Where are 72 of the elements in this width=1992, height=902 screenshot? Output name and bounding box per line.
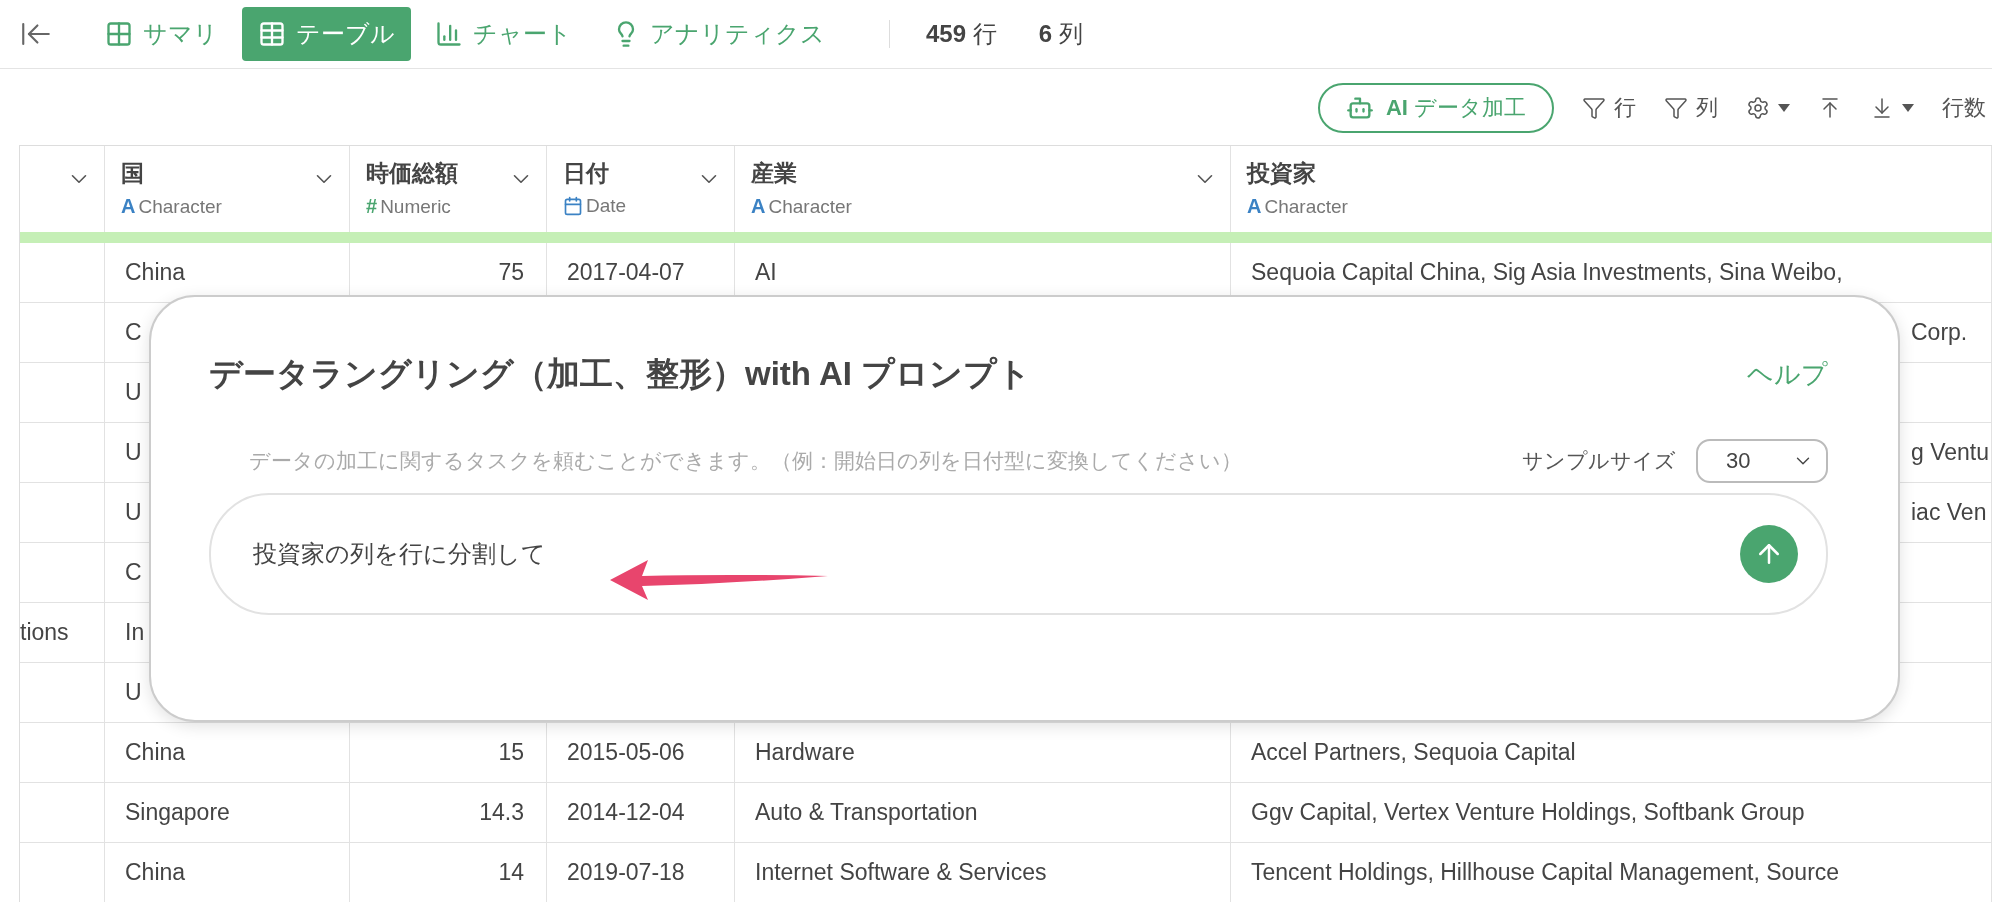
table-cell: 75 — [498, 259, 524, 286]
hint-text: データの加工に関するタスクを頼むことができます。（例：開始日の列を日付型に変換してください） — [249, 448, 1243, 474]
column-name: 国 — [121, 159, 144, 188]
column-type: Date — [586, 195, 627, 217]
table-cell: Hardware — [755, 739, 855, 766]
table-cell: tions — [20, 619, 69, 646]
table-cell: 14 — [498, 859, 524, 886]
filter-icon — [1582, 96, 1606, 120]
type-icon: A — [1247, 195, 1262, 218]
help-link[interactable]: ヘルプ — [1747, 356, 1828, 392]
column-name: 日付 — [563, 159, 609, 188]
table-cell: 2014-12-04 — [567, 799, 685, 826]
table-cell: Ggv Capital, Vertex Venture Holdings, Softbank Group — [1251, 799, 1805, 826]
table-cell: iac Ven — [1911, 499, 1987, 526]
table-cell: 2017-04-07 — [567, 259, 685, 286]
table-cell: U — [125, 679, 142, 706]
grid-icon — [105, 20, 133, 48]
table-cell: U — [125, 499, 142, 526]
table-cell: Singapore — [125, 799, 230, 826]
ai-data-button[interactable]: AI データ加工 — [1317, 83, 1554, 133]
calendar-icon — [563, 196, 583, 216]
row-filter-button[interactable]: 行 — [1582, 93, 1636, 123]
column-type: Character — [1264, 195, 1348, 218]
count-label: 6 列 — [1038, 19, 1083, 49]
column-name: 時価総額 — [366, 159, 458, 188]
table-cell: Corp. — [1911, 319, 1968, 346]
view-tab[interactable]: サマリ — [89, 7, 234, 61]
table-cell: C — [125, 319, 142, 346]
sample-size-label: サンプルサイズ — [1522, 448, 1676, 474]
settings-button[interactable] — [1746, 96, 1790, 120]
table-cell: Internet Software & Services — [755, 859, 1047, 886]
table-cell: 2015-05-06 — [567, 739, 685, 766]
table-cell: Tencent Holdings, Hillhouse Capital Management, Source — [1251, 859, 1840, 886]
column-filter-button[interactable]: 列 — [1664, 93, 1718, 123]
table-cell: C — [125, 559, 142, 586]
type-icon: A — [121, 195, 136, 218]
view-tab[interactable]: アナリティクス — [596, 7, 841, 61]
count-label: 459 行 — [926, 19, 997, 49]
table-cell: Accel Partners, Sequoia Capital — [1251, 739, 1576, 766]
type-icon: # — [366, 195, 378, 218]
prompt-field[interactable]: 投資家の列を行に分割して — [251, 539, 1740, 569]
column-type: Numeric — [380, 195, 451, 218]
view-tab[interactable]: チャート — [419, 7, 588, 61]
table-cell: China — [125, 859, 186, 886]
table-cell: Auto & Transportation — [755, 799, 978, 826]
table-cell: China — [125, 739, 186, 766]
gear-icon — [1746, 96, 1770, 120]
filter-icon — [1664, 96, 1688, 120]
table-cell: g Ventu — [1911, 439, 1990, 466]
sample-size-select[interactable]: 30 — [1696, 439, 1828, 483]
table-cell: U — [125, 439, 142, 466]
table-cell: 14.3 — [479, 799, 524, 826]
table-cell: AI — [755, 259, 777, 286]
table-cell: In — [125, 619, 145, 646]
table-cell: 2019-07-18 — [567, 859, 685, 886]
caret-icon — [1778, 104, 1790, 112]
table-cell: 15 — [498, 739, 524, 766]
dialog-title: データラングリング（加工、整形）with AI プロンプト — [209, 353, 1032, 394]
column-name: 投資家 — [1247, 159, 1316, 188]
bar-chart-icon — [435, 20, 463, 48]
table-icon — [258, 20, 286, 48]
table-cell: U — [125, 379, 142, 406]
column-name: 産業 — [751, 159, 797, 188]
column-type: Character — [768, 195, 852, 218]
type-icon: A — [751, 195, 766, 218]
column-type: Character — [138, 195, 222, 218]
view-tab[interactable]: テーブル — [242, 7, 411, 61]
row-count-button[interactable]: 行数 — [1942, 93, 1986, 123]
caret-icon — [1902, 104, 1914, 112]
table-cell: China — [125, 259, 186, 286]
table-cell: Sequoia Capital China, Sig Asia Investments, Sina Weibo, — [1251, 259, 1843, 286]
send-button[interactable] — [1740, 525, 1798, 583]
